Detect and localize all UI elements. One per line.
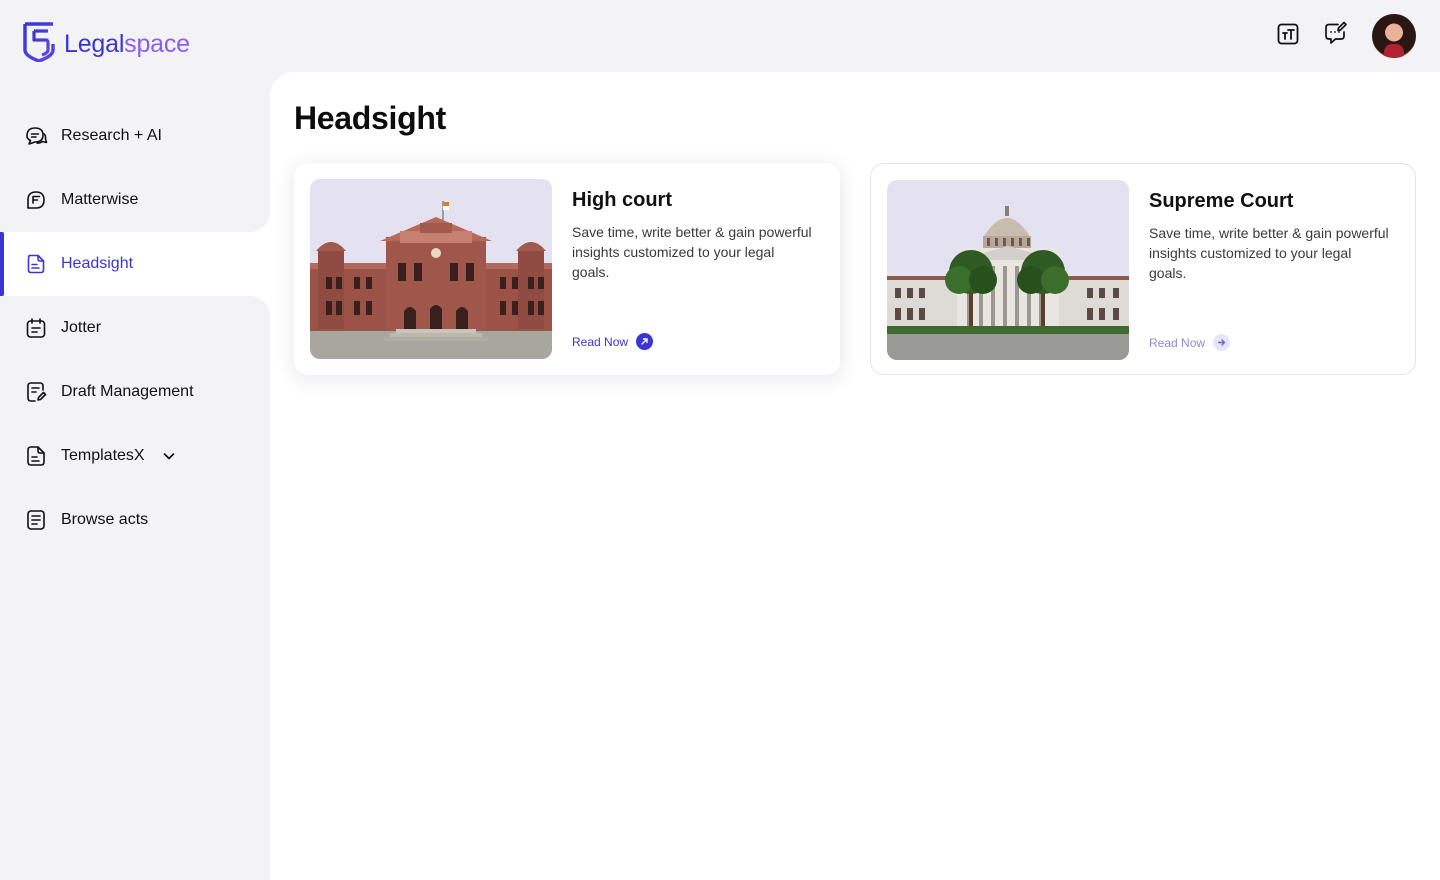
header-actions: [1264, 14, 1416, 58]
book-icon: [24, 508, 48, 532]
sidebar-item-label: Research + AI: [61, 127, 162, 144]
sidebar-item-research-ai[interactable]: Research + AI: [0, 104, 270, 168]
supreme-court-image: [887, 180, 1129, 360]
chat-bubbles-icon: [24, 124, 48, 148]
notepad-icon: [24, 316, 48, 340]
read-now-link[interactable]: Read Now: [1149, 334, 1231, 351]
high-court-image: [310, 179, 552, 359]
card-body: High court Save time, write better & gai…: [572, 179, 824, 359]
read-now-label: Read Now: [572, 334, 629, 349]
user-avatar[interactable]: [1372, 14, 1416, 58]
brand-name: Legalspace: [64, 30, 190, 58]
sidebar-item-templatesx[interactable]: TemplatesX: [0, 424, 270, 488]
text-size-icon: [1276, 22, 1300, 51]
template-icon: [24, 444, 48, 468]
sidebar-item-browse-acts[interactable]: Browse acts: [0, 488, 270, 552]
card-title: Supreme Court: [1149, 190, 1294, 212]
active-corner-top: [250, 212, 270, 232]
sidebar-item-label: Headsight: [61, 255, 134, 272]
arrow-up-right-icon: [636, 333, 654, 350]
main-panel: Headsight High court Save time, write be…: [270, 72, 1440, 880]
card-title: High court: [572, 189, 672, 211]
read-now-label: Read Now: [1149, 335, 1206, 350]
card-high-court[interactable]: High court Save time, write better & gai…: [294, 163, 840, 375]
active-corner-bottom: [250, 296, 270, 316]
card-description: Save time, write better & gain powerful …: [572, 224, 812, 280]
card-supreme-court[interactable]: Supreme Court Save time, write better & …: [870, 163, 1416, 375]
text-size-button[interactable]: [1264, 14, 1312, 58]
chat-edit-button[interactable]: [1312, 14, 1360, 58]
card-body: Supreme Court Save time, write better & …: [1149, 180, 1399, 358]
sidebar-item-draft-management[interactable]: Draft Management: [0, 360, 270, 424]
chevron-down-icon[interactable]: [162, 449, 176, 463]
card-description: Save time, write better & gain powerful …: [1149, 225, 1389, 281]
sidebar-item-label: Matterwise: [61, 191, 139, 208]
matterwise-icon: [24, 188, 48, 212]
page-title: Headsight: [294, 100, 446, 136]
sidebar-item-label: Browse acts: [61, 511, 149, 528]
logo-mark-icon: [22, 22, 56, 67]
app-root: Legalspace Research + AI Matterwise Head…: [0, 0, 1440, 880]
sidebar-item-label: Draft Management: [61, 383, 194, 400]
sidebar-item-label: TemplatesX: [61, 447, 145, 464]
sidebar-item-matterwise[interactable]: Matterwise: [0, 168, 270, 232]
sidebar-item-headsight[interactable]: Headsight: [0, 232, 270, 296]
sidebar-nav: Research + AI Matterwise Headsight Jotte…: [0, 104, 270, 552]
sidebar-item-jotter[interactable]: Jotter: [0, 296, 270, 360]
draft-edit-icon: [24, 380, 48, 404]
document-icon: [24, 252, 48, 276]
read-now-link[interactable]: Read Now: [572, 333, 654, 350]
sidebar-item-label: Jotter: [61, 319, 102, 336]
brand-logo[interactable]: Legalspace: [22, 22, 190, 67]
chat-edit-icon: [1323, 21, 1349, 52]
arrow-right-icon: [1213, 334, 1231, 351]
